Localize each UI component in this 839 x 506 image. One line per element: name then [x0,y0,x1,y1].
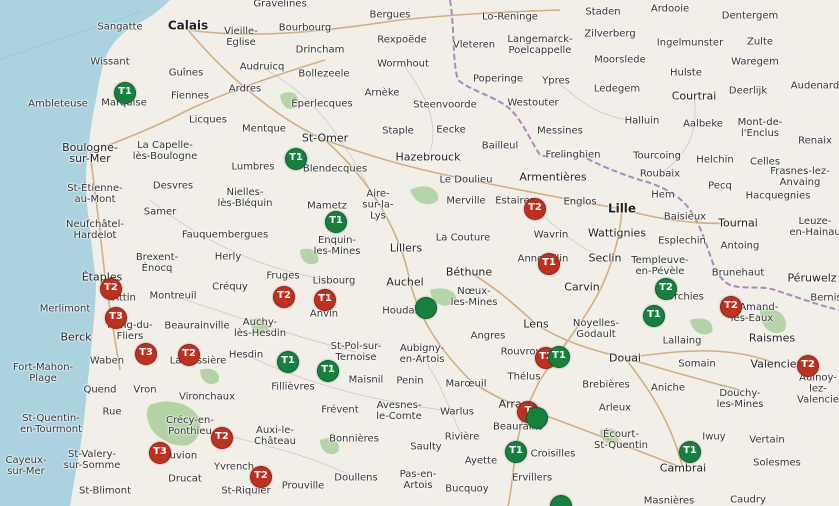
site-marker-m-fruges[interactable]: T2 [273,286,295,308]
site-marker-m-estaires[interactable]: T2 [524,198,546,220]
site-marker-m-orchies[interactable]: T1 [643,305,665,327]
site-marker-m-mametz[interactable]: T1 [325,211,347,233]
site-marker-m-etaples[interactable]: T2 [100,278,122,300]
site-marker-m-arras2[interactable] [526,407,548,429]
site-marker-m-thelus2[interactable]: T1 [548,346,570,368]
site-marker-m-crecy[interactable]: T3 [149,442,171,464]
site-marker-m-cambrai[interactable]: T1 [679,441,701,463]
map-base-layer [0,0,839,506]
sea-area [0,0,170,506]
site-marker-m-hesdin[interactable]: T2 [178,344,200,366]
site-marker-m-marquise[interactable]: T1 [114,82,136,104]
site-marker-m-berck[interactable]: T3 [105,307,127,329]
site-marker-m-st-omer[interactable]: T1 [285,148,307,170]
site-marker-m-st-pol[interactable]: T1 [317,360,339,382]
site-marker-m-auxi[interactable]: T2 [211,427,233,449]
site-marker-m-anvin[interactable]: T1 [314,289,336,311]
national-border [449,0,839,311]
site-marker-m-annoeullin[interactable]: T1 [538,253,560,275]
site-marker-m-houdain[interactable] [415,297,437,319]
map-view[interactable]: Sangatte Calais Gravelines Bergues Lo-Rening… [0,0,839,506]
site-marker-m-st-riquier[interactable]: T2 [250,466,272,488]
site-marker-m-st-amand[interactable]: T2 [720,296,742,318]
site-marker-m-hesdin2[interactable]: T1 [277,351,299,373]
site-marker-m-waben[interactable]: T3 [135,343,157,365]
site-marker-m-croisilles[interactable]: T1 [505,441,527,463]
site-marker-m-templeuve[interactable]: T2 [655,278,677,300]
site-marker-m-valenciennes[interactable]: T2 [797,355,819,377]
